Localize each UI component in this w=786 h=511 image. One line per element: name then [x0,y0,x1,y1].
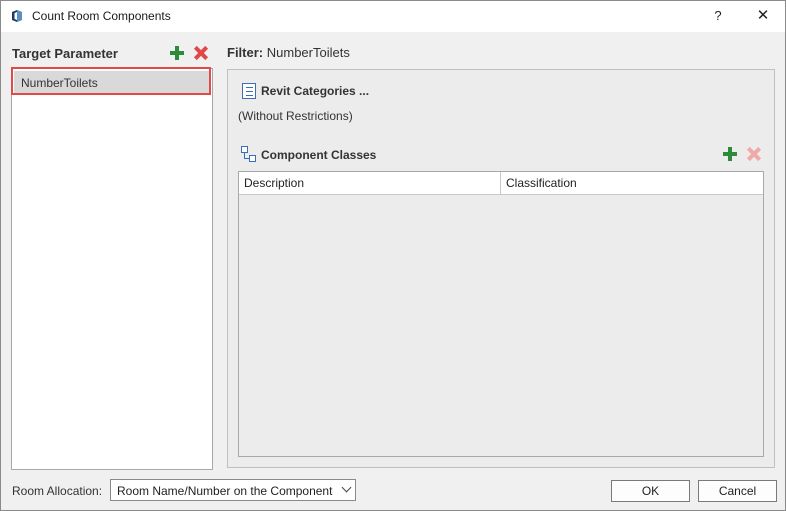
list-item-number-toilets[interactable]: NumberToilets [14,71,210,95]
target-parameter-heading: Target Parameter [12,46,118,61]
remove-parameter-x-icon[interactable] [194,46,208,60]
list-icon[interactable] [242,83,256,99]
add-component-class-plus-icon[interactable] [723,147,737,161]
hierarchy-tree-icon [241,146,257,162]
filter-prefix: Filter: [227,45,264,60]
column-header-classification[interactable]: Classification [501,172,763,194]
revit-categories-link[interactable]: Revit Categories ... [261,84,369,98]
title-bar: Count Room Components ? ✕ [1,1,785,32]
count-room-components-dialog: Count Room Components ? ✕ Target Paramet… [0,0,786,511]
table-header: Description Classification [239,172,763,195]
remove-component-class-x-icon[interactable] [747,147,761,161]
ok-button[interactable]: OK [611,480,690,502]
window-title: Count Room Components [32,9,171,23]
component-classes-heading: Component Classes [261,148,377,162]
filter-name: NumberToilets [266,45,350,60]
app-logo-icon [12,10,22,22]
column-header-description[interactable]: Description [239,172,501,194]
chevron-down-icon [341,482,352,493]
cancel-button[interactable]: Cancel [698,480,777,502]
add-parameter-plus-icon[interactable] [170,46,184,60]
target-parameter-list[interactable]: NumberToilets [11,68,213,470]
component-classes-table[interactable]: Description Classification [238,171,764,457]
room-allocation-dropdown[interactable]: Room Name/Number on the Component [110,479,356,501]
help-button[interactable]: ? [704,5,732,27]
room-allocation-value: Room Name/Number on the Component [117,484,333,498]
room-allocation-label: Room Allocation: [12,484,103,498]
filter-heading: Filter: NumberToilets [227,45,350,60]
restrictions-text: (Without Restrictions) [238,109,353,123]
close-button[interactable]: ✕ [748,5,778,27]
